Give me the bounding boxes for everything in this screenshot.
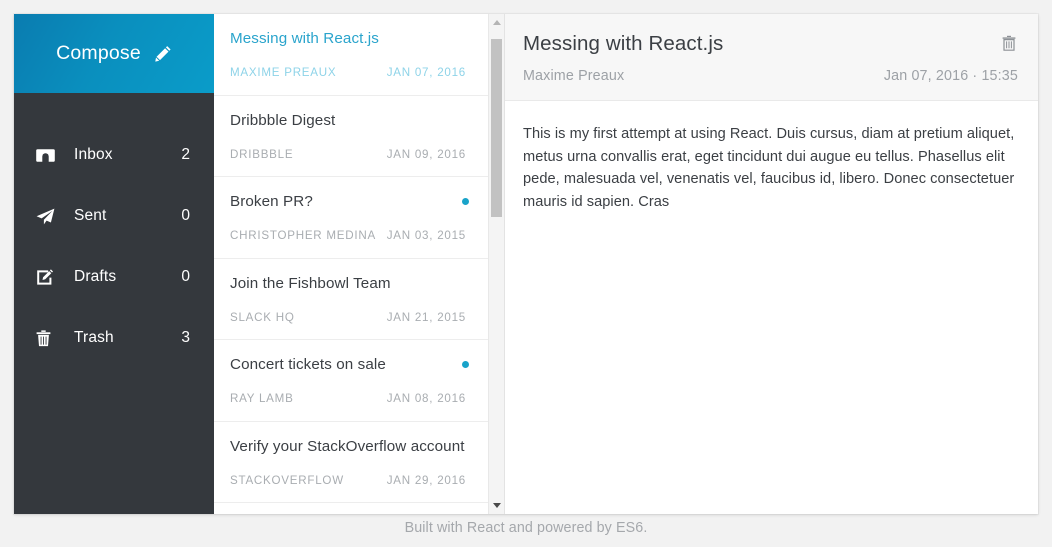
email-date: JAN 08, 2016 <box>386 392 466 405</box>
trash-icon <box>36 329 60 347</box>
sidebar-item-sent[interactable]: Sent 0 <box>14 202 214 230</box>
email-meta: STACKOVERFLOW JAN 29, 2016 <box>230 474 466 487</box>
email-date: JAN 29, 2016 <box>386 473 466 487</box>
email-list-pane: Messing with React.js MAXIME PREAUX JAN … <box>214 14 505 514</box>
sidebar-item-count: 2 <box>181 146 190 163</box>
sidebar-item-inbox[interactable]: Inbox 2 <box>14 141 214 169</box>
scroll-up-icon[interactable] <box>489 14 504 31</box>
scrollbar-thumb[interactable] <box>491 39 502 217</box>
reading-title-row: Messing with React.js <box>523 32 1018 56</box>
pencil-icon <box>155 45 172 62</box>
sidebar-item-trash[interactable]: Trash 3 <box>14 324 214 352</box>
reading-pane: Messing with React.js Maxime Preaux Jan … <box>505 14 1038 514</box>
email-meta: SLACK HQ JAN 21, 2015 <box>230 311 466 324</box>
message-body: This is my first attempt at using React.… <box>505 101 1038 514</box>
unread-indicator-dot <box>462 198 469 205</box>
edit-square-icon <box>36 268 60 286</box>
list-item[interactable]: Broken PR? CHRISTOPHER MEDINA JAN 03, 20… <box>214 177 488 259</box>
email-date: JAN 03, 2015 <box>386 229 466 242</box>
reading-pane-header: Messing with React.js Maxime Preaux Jan … <box>505 14 1038 101</box>
trash-icon <box>1002 35 1016 55</box>
email-subject: Verify your StackOverflow account <box>230 437 465 455</box>
footer-text: Built with React and powered by ES6. <box>404 520 648 536</box>
list-item[interactable]: Concert tickets on sale RAY LAMB JAN 08,… <box>214 340 488 422</box>
sidebar-item-count: 0 <box>181 207 190 224</box>
email-subject: Join the Fishbowl Team <box>230 274 391 292</box>
unread-indicator-dot <box>462 361 469 368</box>
email-meta: DRIBBBLE JAN 09, 2016 <box>230 148 466 161</box>
email-list-scrollbar[interactable] <box>488 14 504 514</box>
sender-name: Maxime Preaux <box>523 68 625 84</box>
message-timestamp: Jan 07, 2016 · 15:35 <box>883 68 1018 84</box>
sidebar-item-label: Drafts <box>74 268 117 285</box>
email-subject: Messing with React.js <box>230 30 379 47</box>
scrollbar-track[interactable] <box>489 31 504 497</box>
email-sender: CHRISTOPHER MEDINA <box>230 229 376 242</box>
email-subject: Concert tickets on sale <box>230 356 386 373</box>
sidebar-item-count: 0 <box>181 268 190 285</box>
email-meta: MAXIME PREAUX JAN 07, 2016 <box>230 66 466 79</box>
sidebar-item-label: Sent <box>74 207 107 224</box>
paper-plane-icon <box>36 208 60 225</box>
compose-button[interactable]: Compose <box>14 14 214 93</box>
list-item[interactable]: Join the Fishbowl Team SLACK HQ JAN 21, … <box>214 259 488 340</box>
list-item[interactable]: Dribbble Digest DRIBBBLE JAN 09, 2016 <box>214 96 488 177</box>
email-subject: Broken PR? <box>230 193 313 210</box>
compose-button-label: Compose <box>56 42 141 64</box>
scroll-down-icon[interactable] <box>489 497 504 514</box>
email-date: JAN 07, 2016 <box>386 66 466 79</box>
folder-list: Inbox 2 Sent 0 Drafts 0 Trash 3 <box>14 93 214 514</box>
inbox-icon <box>36 148 60 163</box>
email-meta: CHRISTOPHER MEDINA JAN 03, 2015 <box>230 229 466 242</box>
reading-meta-row: Maxime Preaux Jan 07, 2016 · 15:35 <box>523 68 1018 84</box>
delete-button[interactable] <box>994 32 1018 51</box>
email-date: JAN 21, 2015 <box>386 310 466 324</box>
email-meta: RAY LAMB JAN 08, 2016 <box>230 392 466 405</box>
sidebar: Compose Inbox 2 Sent 0 Drafts 0 Trash 3 <box>14 14 214 514</box>
sidebar-item-label: Inbox <box>74 146 113 163</box>
sidebar-item-drafts[interactable]: Drafts 0 <box>14 263 214 291</box>
list-item[interactable]: Messing with React.js MAXIME PREAUX JAN … <box>214 14 488 96</box>
sidebar-item-label: Trash <box>74 329 114 346</box>
email-date: JAN 09, 2016 <box>386 147 466 161</box>
email-subject: Dribbble Digest <box>230 111 336 129</box>
mail-app-window: Compose Inbox 2 Sent 0 Drafts 0 Trash 3 … <box>14 14 1038 514</box>
email-sender: SLACK HQ <box>230 310 295 324</box>
list-item[interactable]: Verify your StackOverflow account STACKO… <box>214 422 488 503</box>
page-title: Messing with React.js <box>523 32 724 55</box>
sidebar-item-count: 3 <box>181 329 190 346</box>
email-list: Messing with React.js MAXIME PREAUX JAN … <box>214 14 488 514</box>
message-body-text: This is my first attempt at using React.… <box>523 126 1015 210</box>
email-sender: DRIBBBLE <box>230 147 294 161</box>
email-sender: MAXIME PREAUX <box>230 66 337 79</box>
email-sender: STACKOVERFLOW <box>230 473 344 487</box>
email-sender: RAY LAMB <box>230 392 294 405</box>
